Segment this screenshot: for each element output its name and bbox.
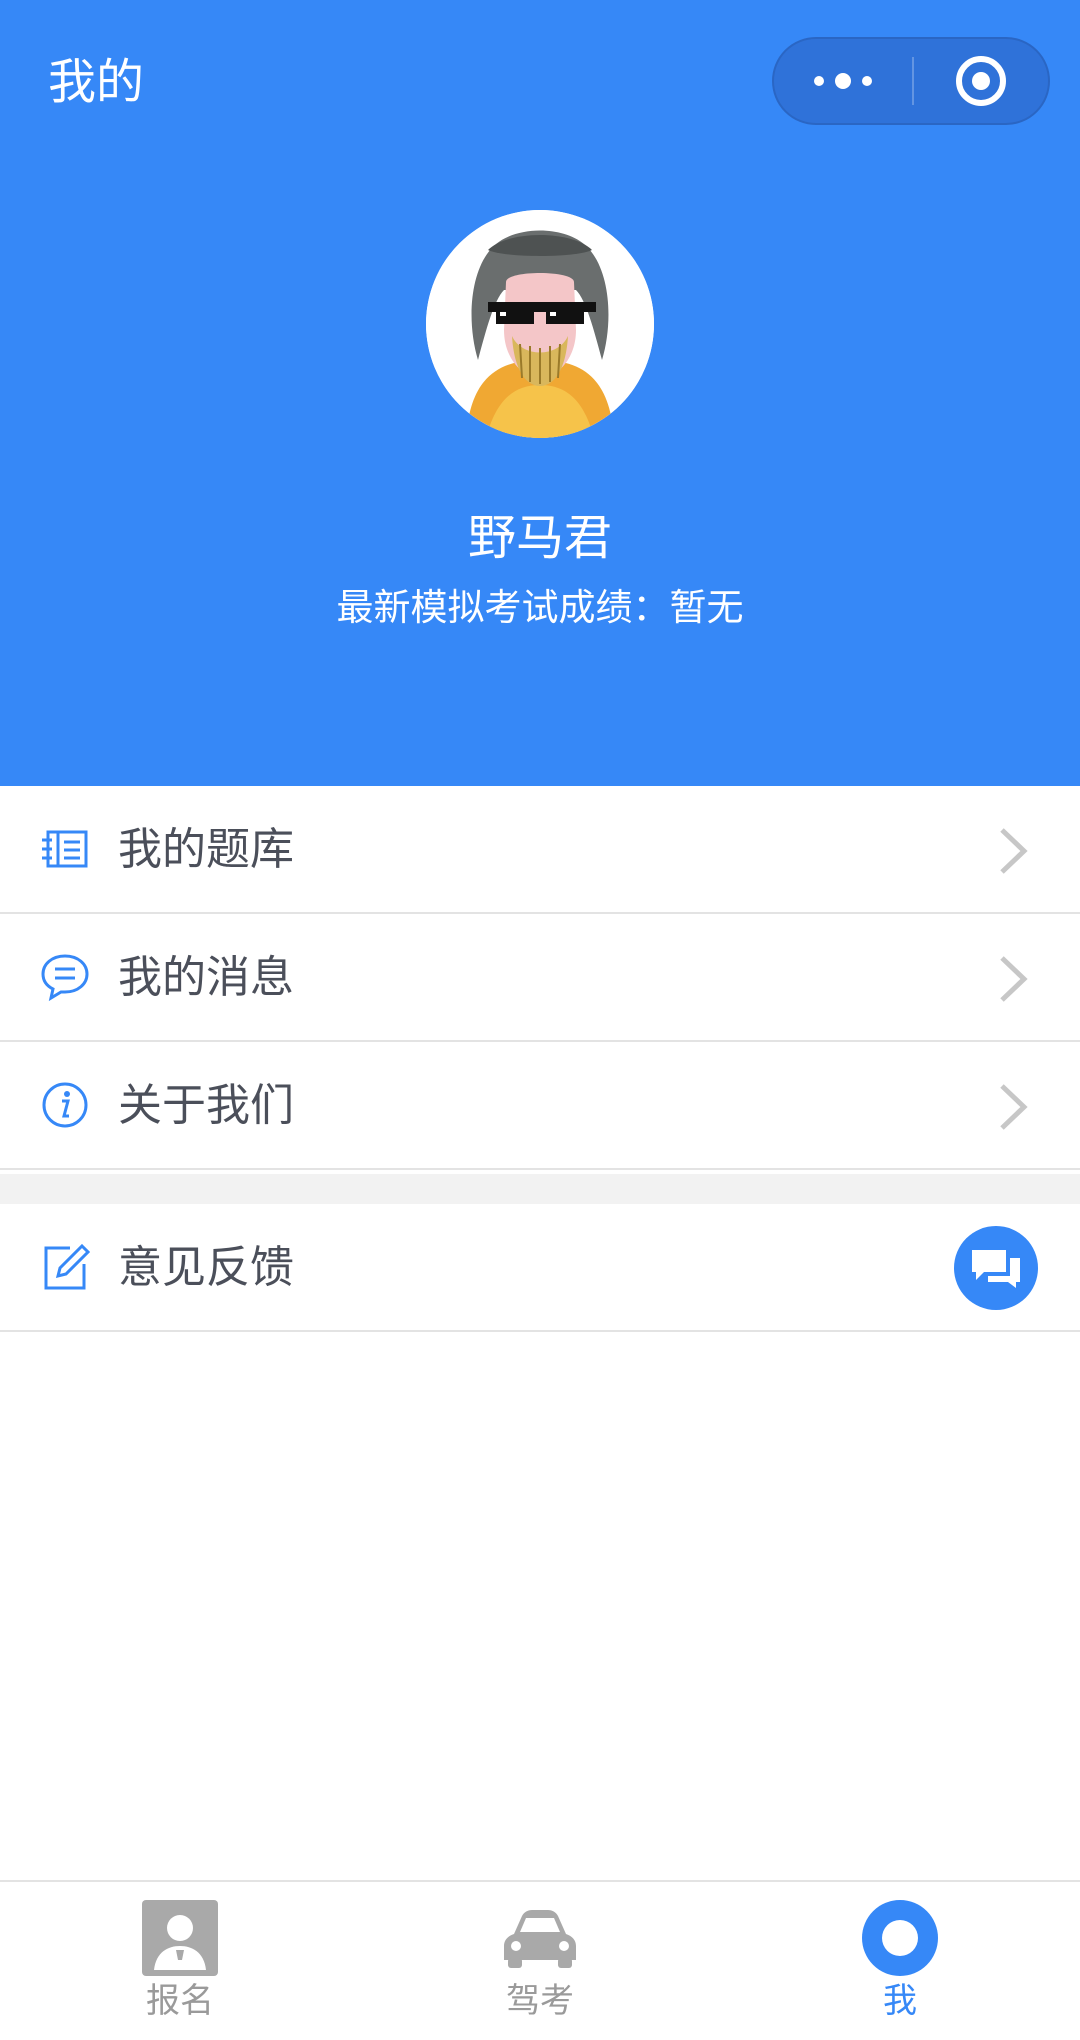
message-bubble-icon (41, 954, 89, 1002)
menu-item-question-bank[interactable]: 我的题库 (0, 786, 1080, 914)
person-card-icon (142, 1900, 218, 1976)
menu-item-feedback[interactable]: 意见反馈 (0, 1204, 1080, 1332)
menu-item-messages[interactable]: 我的消息 (0, 914, 1080, 1042)
circle-dot-icon (862, 1900, 938, 1976)
tab-label: 我 (883, 1981, 917, 2021)
avatar[interactable] (426, 210, 654, 438)
menu-item-about-us[interactable]: 关于我们 (0, 1042, 1080, 1170)
page-title: 我的 (48, 54, 145, 110)
latest-exam-score: 最新模拟考试成绩：暂无 (336, 586, 744, 629)
more-button[interactable] (774, 39, 912, 123)
page: 我的 野马君 最新模拟考试成绩：暂无 我的题库 我的消息 关于我们 意见反馈 报… (0, 0, 1080, 2040)
menu-item-label: 关于我们 (118, 1080, 294, 1131)
close-button[interactable] (914, 39, 1048, 123)
tab-label: 报名 (146, 1981, 214, 2021)
menu-item-label: 我的题库 (118, 824, 294, 875)
username: 野马君 (467, 510, 612, 566)
tab-driving-test[interactable]: 驾考 (360, 1882, 720, 2040)
chat-bubbles-icon (972, 1250, 1020, 1288)
chevron-right-icon (1000, 1084, 1028, 1130)
car-icon (504, 1910, 576, 1968)
profile-header: 我的 野马君 最新模拟考试成绩：暂无 (0, 0, 1080, 786)
target-circle-icon (956, 56, 1006, 106)
tab-register[interactable]: 报名 (0, 1882, 360, 2040)
tab-me[interactable]: 我 (720, 1882, 1080, 2040)
chevron-right-icon (1000, 828, 1028, 874)
section-gap (0, 1174, 1080, 1204)
chat-bubbles-button[interactable] (954, 1226, 1038, 1310)
question-bank-icon (42, 830, 88, 868)
info-icon (42, 1082, 88, 1128)
edit-icon (44, 1243, 90, 1290)
tab-label: 驾考 (506, 1981, 574, 2021)
menu-item-label: 我的消息 (118, 952, 294, 1003)
cartoon-avatar (426, 210, 654, 438)
chevron-right-icon (1000, 956, 1028, 1002)
menu-item-label: 意见反馈 (118, 1242, 294, 1293)
tab-bar: 报名 驾考 我 (0, 1880, 1080, 2040)
mini-program-capsule (772, 37, 1050, 125)
more-dots-icon (814, 73, 872, 89)
